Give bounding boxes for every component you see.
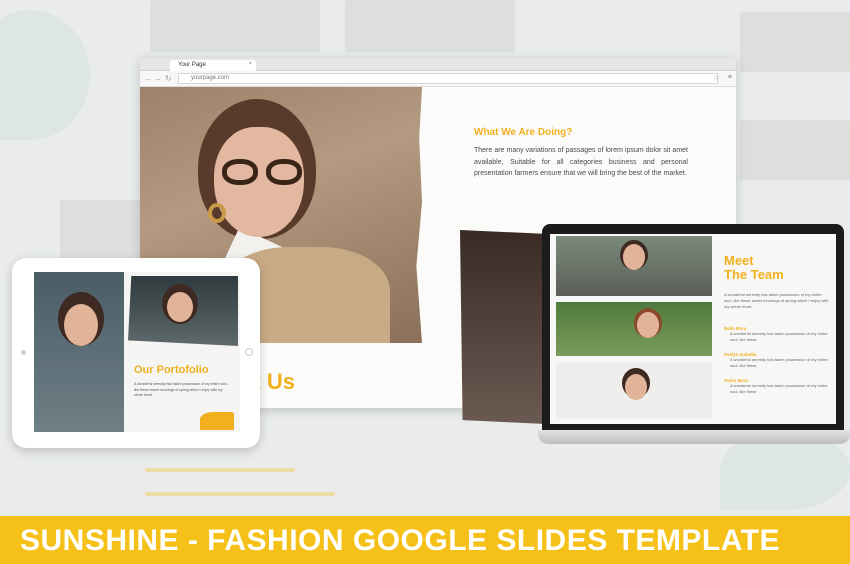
earring-icon bbox=[208, 203, 226, 223]
browser-address-bar: ← → ↻ yourpage.com ☆ ≡ bbox=[140, 71, 736, 87]
background-photo bbox=[740, 12, 850, 72]
laptop-screen: Meet The Team A wonderful serenity has t… bbox=[542, 224, 844, 430]
camera-icon bbox=[21, 350, 26, 355]
portfolio-text: A wonderful serenity has taken possessio… bbox=[134, 382, 228, 397]
team-member-text: A wonderful serenity has taken possessio… bbox=[730, 357, 828, 368]
team-intro: A wonderful serenity has taken possessio… bbox=[724, 292, 829, 309]
team-photo bbox=[556, 302, 712, 356]
browser-tab-bar: Your Page × bbox=[140, 58, 736, 71]
close-icon[interactable]: × bbox=[248, 61, 252, 67]
background-photo bbox=[740, 120, 850, 180]
team-photo bbox=[556, 362, 712, 418]
team-photo bbox=[556, 236, 712, 296]
team-member-text: A wonderful serenity has taken possessio… bbox=[730, 383, 828, 394]
team-member: Avery Bora A wonderful serenity has take… bbox=[724, 378, 830, 395]
reload-icon[interactable]: ↻ bbox=[165, 74, 172, 83]
back-arrow-icon[interactable]: ← bbox=[144, 74, 152, 83]
team-member: Evelyn Isabella A wonderful serenity has… bbox=[724, 352, 830, 369]
team-title: Meet The Team bbox=[724, 254, 784, 282]
section-body: There are many variations of passages of… bbox=[474, 147, 688, 177]
tablet-mockup: Our Portofolio A wonderful serenity has … bbox=[12, 258, 260, 448]
team-member: Bella Bora A wonderful serenity has take… bbox=[724, 326, 830, 343]
bookmark-star-icon[interactable]: ☆ bbox=[713, 73, 720, 82]
background-photo bbox=[60, 200, 140, 260]
background-leaf bbox=[0, 10, 90, 140]
glasses-icon bbox=[222, 159, 340, 189]
hair-photo bbox=[460, 230, 546, 424]
team-title-line: The Team bbox=[724, 267, 784, 282]
title-banner: SUNSHINE - FASHION GOOGLE SLIDES TEMPLAT… bbox=[0, 516, 850, 564]
laptop-slide: Meet The Team A wonderful serenity has t… bbox=[550, 234, 836, 424]
portfolio-title: Our Portofolio bbox=[134, 364, 209, 376]
background-photo bbox=[345, 0, 515, 52]
background-photo bbox=[150, 0, 320, 52]
banner-title: SUNSHINE - FASHION GOOGLE SLIDES TEMPLAT… bbox=[20, 524, 780, 557]
laptop-base bbox=[538, 430, 850, 444]
menu-icon[interactable]: ≡ bbox=[728, 74, 732, 81]
url-input[interactable]: yourpage.com bbox=[178, 73, 718, 84]
forward-arrow-icon[interactable]: → bbox=[154, 74, 162, 83]
portfolio-photo bbox=[128, 276, 238, 346]
background-accent-line bbox=[145, 468, 295, 472]
section-title: What We Are Doing? bbox=[474, 127, 573, 138]
accent-shape bbox=[200, 412, 234, 430]
browser-tab-title: Your Page bbox=[178, 62, 206, 68]
portfolio-photo bbox=[34, 272, 124, 432]
laptop-mockup: Meet The Team A wonderful serenity has t… bbox=[538, 224, 850, 460]
background-accent-line bbox=[145, 492, 335, 496]
tablet-slide: Our Portofolio A wonderful serenity has … bbox=[34, 272, 240, 432]
home-button-icon bbox=[245, 348, 253, 356]
team-member-text: A wonderful serenity has taken possessio… bbox=[730, 331, 828, 342]
team-title-line: Meet bbox=[724, 253, 754, 268]
browser-tab[interactable]: Your Page × bbox=[170, 60, 256, 71]
